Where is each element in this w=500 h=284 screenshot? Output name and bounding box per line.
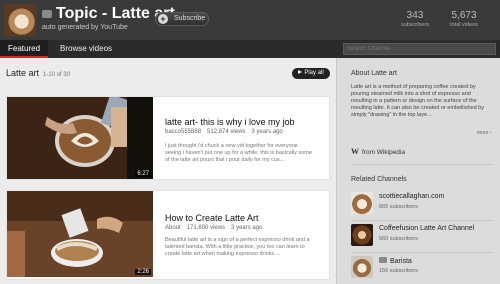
related-channel[interactable]: Coffeefusion Latte Art Channel 560 subsc… <box>351 222 493 252</box>
video-meta: About 171,600 views 3 years ago <box>165 225 268 231</box>
channel-avatar <box>351 256 373 278</box>
divider <box>351 164 493 165</box>
playlist-count: 1-10 of 30 <box>43 72 71 78</box>
tab-featured[interactable]: Featured <box>0 40 49 58</box>
related-channel-subs: 156 subscribers <box>379 268 418 274</box>
more-link[interactable]: more › <box>477 130 491 136</box>
video-age: 3 years ago <box>231 225 263 231</box>
channel-avatar <box>351 224 373 246</box>
search-input[interactable] <box>343 43 496 55</box>
related-channel-name: scottiecallaghan.com <box>379 193 445 200</box>
video-age: 3 years ago <box>251 129 283 135</box>
video-stat: 5,673 total videos <box>446 10 482 28</box>
wikipedia-link[interactable]: Wfrom Wikipedia <box>351 147 405 156</box>
video-meta: bacco555888 512,874 views 3 years ago <box>165 129 289 135</box>
about-heading: About Latte art <box>351 70 397 77</box>
tab-browse-videos[interactable]: Browse videos <box>52 40 120 58</box>
latte-pour-thumbnail <box>7 97 153 179</box>
video-uploader[interactable]: bacco555888 <box>165 129 201 135</box>
video-title[interactable]: How to Create Latte Art <box>165 213 259 223</box>
sidebar: About Latte art Latte art is a method of… <box>336 58 500 284</box>
channel-subtitle: auto generated by YouTube <box>42 24 128 31</box>
channel-avatar <box>351 192 373 214</box>
playlist-title: Latte art 1-10 of 30 <box>6 68 70 78</box>
channel-avatar[interactable] <box>4 4 36 36</box>
channel-header: Topic - Latte art auto generated by YouT… <box>0 0 500 40</box>
subscriber-stat: 343 subscribers <box>398 10 432 28</box>
video-views: 512,874 views <box>207 129 246 135</box>
related-channel-subs: 865 subscribers <box>379 204 418 210</box>
subscriber-label: subscribers <box>400 22 430 28</box>
related-channel[interactable]: Barista 156 subscribers <box>351 254 493 284</box>
latte-cup-thumbnail <box>7 191 153 277</box>
video-uploader[interactable]: About <box>165 225 181 231</box>
video-item: 2:26 How to Create Latte Art About 171,60… <box>6 190 330 280</box>
related-channel-name: Barista <box>390 258 412 265</box>
video-duration: 2:26 <box>135 269 151 275</box>
video-item: 6:27 latte art- this is why i love my jo… <box>6 96 330 180</box>
video-description: Beautiful latte art is a sign of a perfe… <box>165 237 310 257</box>
video-description: I just thought i'd chuck a new vid toget… <box>165 143 312 163</box>
subscribe-button[interactable]: + Subscribe <box>155 12 209 26</box>
video-title[interactable]: latte art- this is why i love my job <box>165 117 295 127</box>
youtube-icon <box>379 257 387 263</box>
play-all-button[interactable]: Play all <box>292 68 330 79</box>
video-thumbnail[interactable]: 6:27 <box>7 97 153 179</box>
video-duration: 6:27 <box>135 171 151 177</box>
plus-icon: + <box>158 14 168 24</box>
related-channel-subs: 560 subscribers <box>379 236 418 242</box>
subscriber-count: 343 <box>406 10 424 21</box>
related-channel-name: Coffeefusion Latte Art Channel <box>379 225 475 232</box>
about-text: Latte art is a method of preparing coffe… <box>351 84 484 118</box>
divider <box>351 252 493 253</box>
playlist-name: Latte art <box>6 68 40 78</box>
video-thumbnail[interactable]: 2:26 <box>7 191 153 277</box>
video-count: 5,673 <box>451 10 477 21</box>
play-icon <box>298 70 303 74</box>
wikipedia-icon: W <box>351 147 359 156</box>
video-views: 171,600 views <box>186 225 226 231</box>
divider <box>351 220 493 221</box>
wikipedia-label: from Wikipedia <box>362 149 405 156</box>
related-channel[interactable]: scottiecallaghan.com 865 subscribers <box>351 190 493 220</box>
video-label: total videos <box>450 22 478 28</box>
related-channel-title: Barista <box>379 257 412 265</box>
related-heading: Related Channels <box>351 176 407 183</box>
youtube-icon <box>42 10 52 18</box>
subscribe-label: Subscribe <box>174 15 206 22</box>
playlist-panel: Latte art 1-10 of 30 Play all 6:27 latte … <box>0 58 336 284</box>
play-all-label: Play all <box>304 70 324 76</box>
